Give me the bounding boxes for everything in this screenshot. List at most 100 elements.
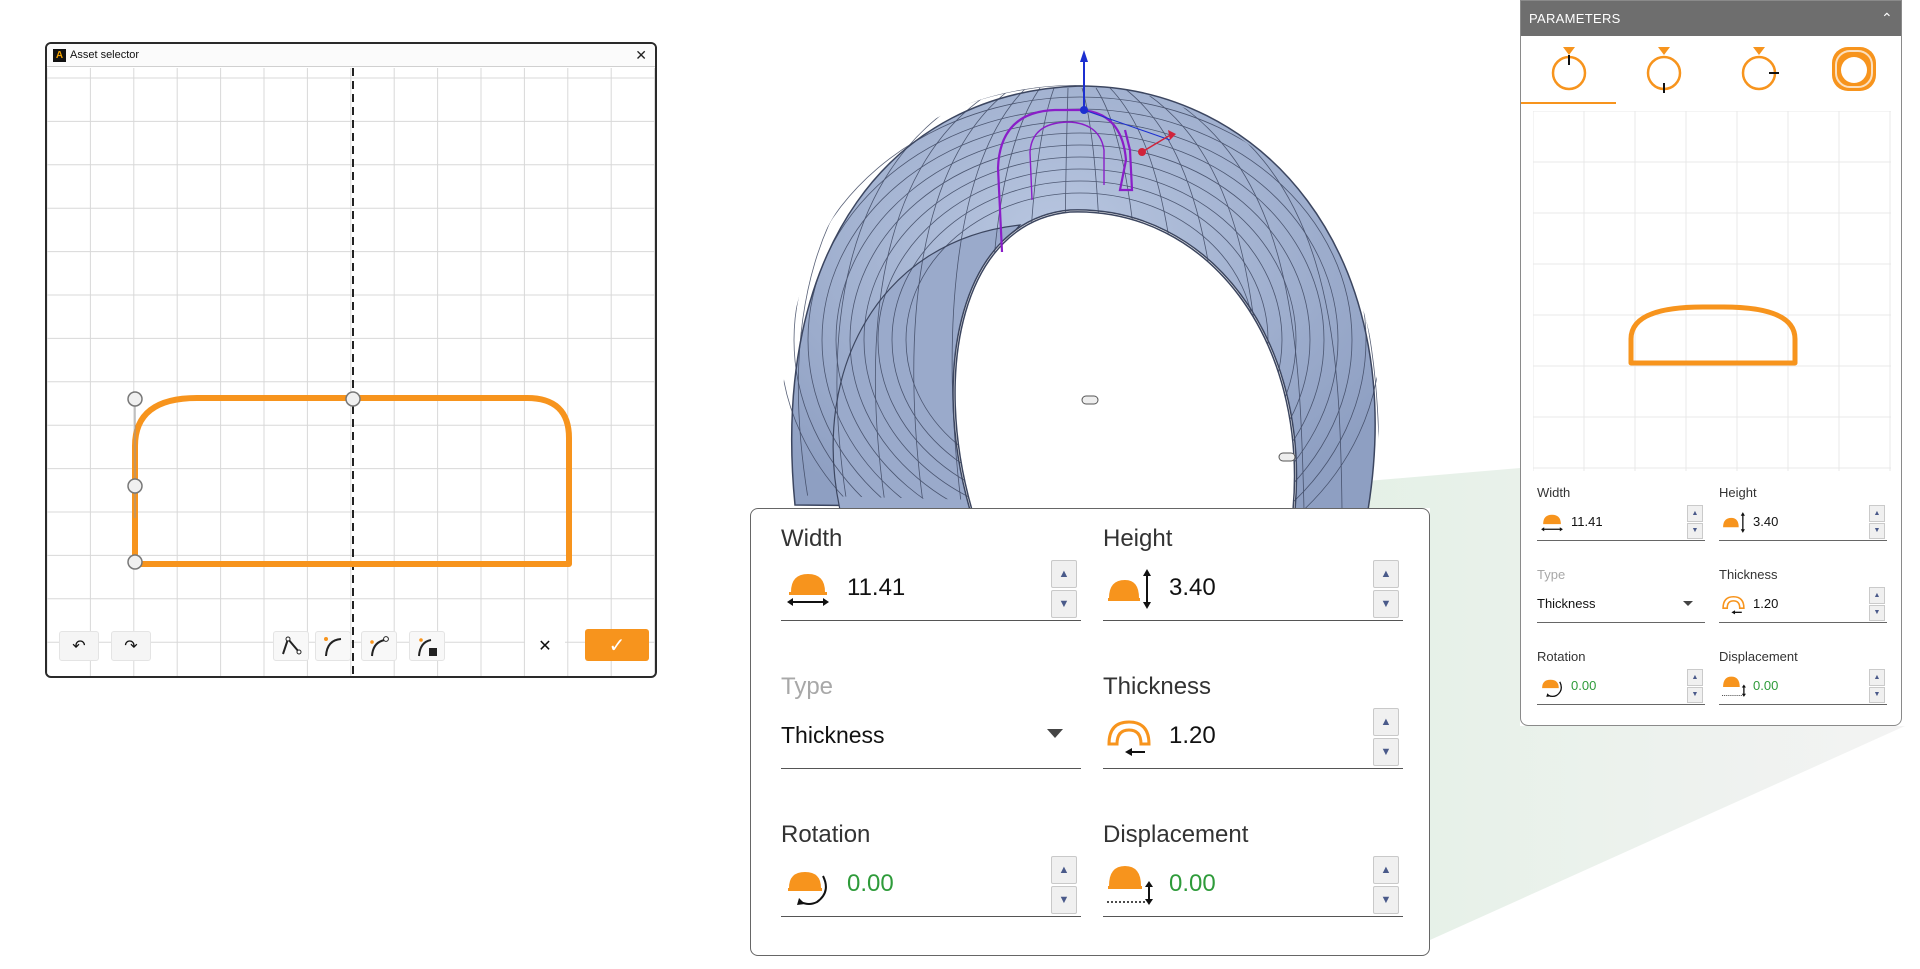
displacement-icon: [1107, 865, 1153, 905]
curve-tool-button[interactable]: [315, 631, 351, 661]
zoom-displacement-input[interactable]: 0.00 ▲ ▼: [1103, 851, 1403, 917]
ring-bottom-icon: [1646, 47, 1681, 93]
spin-down-button[interactable]: ▼: [1869, 522, 1885, 539]
zoom-type-value: Thickness: [781, 722, 885, 748]
spin-up-button[interactable]: ▲: [1373, 856, 1399, 884]
spin-down-button[interactable]: ▼: [1373, 886, 1399, 914]
tab-ring-width[interactable]: [1521, 36, 1616, 102]
displacement-label: Displacement: [1719, 649, 1798, 664]
spin-up-button[interactable]: ▲: [1373, 708, 1399, 736]
zoom-height-field: Height 3.40 ▲ ▼: [1103, 525, 1403, 621]
rotation-input[interactable]: 0.00 ▲ ▼: [1537, 667, 1705, 705]
height-icon: [1108, 568, 1151, 609]
displacement-spinner: ▲ ▼: [1869, 669, 1885, 703]
asset-selector-title: Asset selector: [70, 49, 140, 61]
control-point[interactable]: [345, 391, 361, 407]
zoom-width-field: Width 11.41 ▲ ▼: [781, 525, 1081, 621]
height-field: Height 3.40 ▲ ▼: [1719, 485, 1887, 541]
spin-down-button[interactable]: ▼: [1373, 738, 1399, 766]
spin-up-button[interactable]: ▲: [1051, 856, 1077, 884]
zoom-width-label: Width: [781, 525, 843, 552]
spin-down-button[interactable]: ▼: [1687, 522, 1703, 539]
undo-icon: ↶: [72, 638, 86, 655]
editor-toolbar: ↶ ↷ ✕ ✓: [55, 629, 649, 667]
parameters-panel: PARAMETERS ⌃ Width 11.41 ▲ ▼ Height 3.40…: [1520, 0, 1902, 726]
line-tool-button[interactable]: [273, 631, 309, 661]
zoom-height-spinner: ▲ ▼: [1373, 560, 1399, 618]
width-label: Width: [1537, 485, 1571, 500]
thickness-label: Thickness: [1719, 567, 1778, 582]
zoom-rotation-spinner: ▲ ▼: [1051, 856, 1077, 914]
spin-up-button[interactable]: ▲: [1051, 560, 1077, 588]
rotation-spinner: ▲ ▼: [1687, 669, 1703, 703]
zoom-width-input[interactable]: 11.41 ▲ ▼: [781, 555, 1081, 621]
control-point[interactable]: [127, 478, 143, 494]
zoom-rotation-input[interactable]: 0.00 ▲ ▼: [781, 851, 1081, 917]
thickness-input[interactable]: 1.20 ▲ ▼: [1719, 585, 1887, 623]
redo-icon: ↷: [124, 638, 138, 655]
rotation-label: Rotation: [1537, 649, 1586, 664]
zoom-height-input[interactable]: 3.40 ▲ ▼: [1103, 555, 1403, 621]
asset-selector-titlebar: A Asset selector ✕: [47, 44, 655, 67]
width-input[interactable]: 11.41 ▲ ▼: [1537, 503, 1705, 541]
spin-up-button[interactable]: ▲: [1869, 505, 1885, 522]
chevron-down-icon[interactable]: [1047, 729, 1063, 738]
check-icon: ✓: [608, 634, 626, 657]
zoom-thickness-input[interactable]: 1.20 ▲ ▼: [1103, 703, 1403, 769]
app-logo-icon: A: [53, 48, 66, 62]
spin-down-button[interactable]: ▼: [1051, 886, 1077, 914]
spin-up-button[interactable]: ▲: [1687, 505, 1703, 522]
thickness-field: Thickness 1.20 ▲ ▼: [1719, 567, 1887, 623]
spin-down-button[interactable]: ▼: [1869, 604, 1885, 621]
displacement-field: Displacement 0.00 ▲ ▼: [1719, 649, 1887, 705]
parameters-title: PARAMETERS: [1529, 11, 1621, 26]
spin-up-button[interactable]: ▲: [1869, 587, 1885, 604]
type-label: Type: [1537, 567, 1566, 582]
spin-up-button[interactable]: ▲: [1373, 560, 1399, 588]
curve-point-icon: [370, 636, 389, 657]
tab-ring-shape[interactable]: [1806, 36, 1901, 102]
zoom-rotation-value: 0.00: [847, 869, 894, 897]
asset-selector-window: A Asset selector ✕ ↶ ↷ ✕ ✓: [45, 42, 657, 678]
displacement-input[interactable]: 0.00 ▲ ▼: [1719, 667, 1887, 705]
height-label: Height: [1719, 485, 1757, 500]
spin-down-button[interactable]: ▼: [1687, 686, 1703, 703]
bezier-curve-icon: [324, 637, 342, 657]
3d-viewport[interactable]: [770, 40, 1410, 510]
chevron-down-icon[interactable]: [1683, 601, 1693, 606]
spin-down-button[interactable]: ▼: [1869, 686, 1885, 703]
redo-button[interactable]: ↷: [111, 631, 151, 661]
spin-down-button[interactable]: ▼: [1373, 590, 1399, 618]
zoom-displacement-label: Displacement: [1103, 821, 1249, 848]
height-value: 3.40: [1753, 514, 1779, 529]
profile-editor-canvas[interactable]: [47, 68, 655, 676]
control-point[interactable]: [127, 554, 143, 570]
type-value: Thickness: [1537, 596, 1596, 611]
active-tab-indicator: [1521, 102, 1616, 104]
zoom-thickness-label: Thickness: [1103, 673, 1212, 700]
curve-edit-tool-button[interactable]: [361, 631, 397, 661]
height-input[interactable]: 3.40 ▲ ▼: [1719, 503, 1887, 541]
undo-button[interactable]: ↶: [59, 631, 99, 661]
zoom-height-value: 3.40: [1169, 573, 1216, 601]
curve-delete-icon: [418, 638, 437, 657]
type-select[interactable]: Thickness: [1537, 585, 1705, 623]
confirm-button[interactable]: ✓: [585, 629, 649, 661]
control-point[interactable]: [127, 391, 143, 407]
zoom-type-select[interactable]: Thickness: [781, 703, 1081, 769]
tab-ring-side[interactable]: [1711, 36, 1806, 102]
cancel-icon: ✕: [538, 638, 552, 655]
tab-ring-bottom[interactable]: [1616, 36, 1711, 102]
spin-down-button[interactable]: ▼: [1051, 590, 1077, 618]
spin-up-button[interactable]: ▲: [1869, 669, 1885, 686]
spin-up-button[interactable]: ▲: [1687, 669, 1703, 686]
curve-delete-tool-button[interactable]: [409, 631, 445, 661]
zoom-thickness-field: Thickness 1.20 ▲ ▼: [1103, 673, 1403, 769]
cancel-button[interactable]: ✕: [525, 631, 565, 661]
width-value: 11.41: [1571, 514, 1603, 529]
close-icon[interactable]: ✕: [633, 48, 649, 62]
zoom-displacement-value: 0.00: [1169, 869, 1216, 897]
zoom-width-value: 11.41: [847, 573, 906, 601]
collapse-icon[interactable]: ⌃: [1881, 10, 1893, 27]
zoom-displacement-spinner: ▲ ▼: [1373, 856, 1399, 914]
